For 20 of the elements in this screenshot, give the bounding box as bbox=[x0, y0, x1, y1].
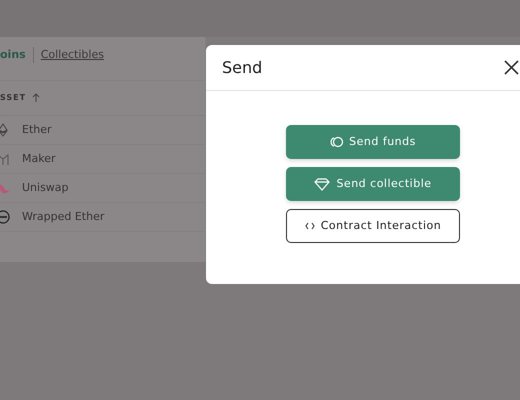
close-button[interactable] bbox=[504, 60, 519, 75]
contract-interaction-button[interactable]: Contract Interaction bbox=[286, 209, 460, 243]
send-button[interactable]: Send funds bbox=[286, 125, 460, 159]
column-header[interactable]: SSET bbox=[0, 92, 26, 104]
dialog-title: Send bbox=[222, 56, 262, 78]
code-icon bbox=[304, 222, 315, 230]
diamond-icon bbox=[0, 123, 10, 137]
tab[interactable]: oins bbox=[0, 47, 26, 64]
asset-name: Ether bbox=[22, 122, 52, 138]
chart-icon bbox=[0, 152, 10, 166]
asset-name: Maker bbox=[22, 150, 56, 167]
coin-icon bbox=[0, 210, 10, 224]
sort-arrow-icon bbox=[32, 93, 40, 103]
asset-name: Wrapped Ether bbox=[22, 208, 104, 225]
close-icon bbox=[504, 60, 519, 75]
send-button[interactable]: Send collectible bbox=[286, 167, 460, 201]
tab[interactable]: Collectibles bbox=[40, 47, 104, 64]
asset-name: Uniswap bbox=[22, 180, 69, 196]
coins-icon bbox=[330, 136, 344, 148]
diamond-icon bbox=[314, 178, 330, 190]
